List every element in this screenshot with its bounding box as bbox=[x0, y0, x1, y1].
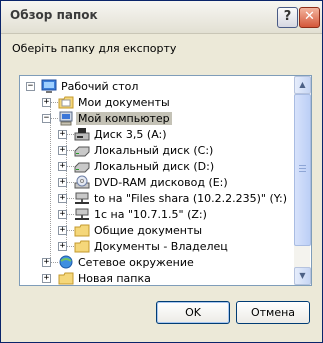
tree-item-label: Документы - Владелец bbox=[94, 240, 228, 253]
folder-tree-rows: − Рабочий стол + Мои документы − Мой ком… bbox=[20, 76, 294, 285]
tree-item-label: Новая папка bbox=[78, 272, 151, 285]
collapse-toggle[interactable]: − bbox=[42, 114, 51, 123]
close-button[interactable]: ✕ bbox=[299, 7, 320, 28]
shared-folder-icon bbox=[74, 223, 90, 238]
ok-button[interactable]: OK bbox=[156, 301, 230, 324]
folder-icon bbox=[74, 239, 90, 254]
browse-folder-dialog: Обзор папок ? ✕ Оберіть папку для експор… bbox=[0, 0, 323, 343]
network-places-icon bbox=[58, 255, 74, 270]
tree-item-label: Сетевое окружение bbox=[78, 256, 194, 269]
vertical-scrollbar[interactable]: ▲ ▼ bbox=[294, 76, 311, 285]
expand-toggle[interactable]: + bbox=[58, 226, 67, 235]
expand-toggle[interactable]: + bbox=[58, 194, 67, 203]
documents-folder-icon bbox=[58, 95, 74, 110]
hard-drive-icon bbox=[74, 159, 90, 174]
tree-item-label: to на "Files shara (10.2.2.235)" (Y:) bbox=[94, 192, 288, 205]
dvd-drive-icon bbox=[74, 175, 90, 190]
folder-tree[interactable]: − Рабочий стол + Мои документы − Мой ком… bbox=[19, 75, 312, 286]
expand-toggle[interactable]: + bbox=[58, 210, 67, 219]
expand-toggle[interactable]: + bbox=[58, 146, 67, 155]
expand-toggle[interactable]: + bbox=[58, 178, 67, 187]
tree-item-label: Общие документы bbox=[94, 224, 203, 237]
tree-line bbox=[50, 262, 58, 263]
expand-toggle[interactable]: + bbox=[58, 130, 67, 139]
tree-line bbox=[66, 150, 74, 151]
tree-line bbox=[66, 182, 74, 183]
expand-toggle[interactable]: + bbox=[42, 258, 51, 267]
collapse-toggle[interactable]: − bbox=[26, 82, 35, 91]
tree-item-label: Диск 3,5 (A:) bbox=[94, 128, 167, 141]
tree-item-label: Локальный диск (D:) bbox=[94, 160, 215, 173]
scroll-up-button[interactable]: ▲ bbox=[294, 76, 311, 94]
tree-line bbox=[66, 230, 74, 231]
expand-toggle[interactable]: + bbox=[42, 98, 51, 107]
tree-item-label: Мои документы bbox=[78, 96, 170, 109]
tree-line bbox=[66, 214, 74, 215]
scroll-down-button[interactable]: ▼ bbox=[294, 267, 311, 285]
floppy-drive-icon bbox=[74, 127, 90, 142]
help-button[interactable]: ? bbox=[277, 7, 298, 28]
tree-line bbox=[50, 118, 58, 119]
expand-toggle[interactable]: + bbox=[58, 242, 67, 251]
network-drive-icon bbox=[74, 191, 90, 206]
computer-icon bbox=[58, 111, 74, 126]
window-title: Обзор папок bbox=[10, 8, 98, 22]
tree-line bbox=[66, 198, 74, 199]
scroll-thumb[interactable] bbox=[294, 94, 311, 246]
tree-line bbox=[50, 102, 58, 103]
desktop-icon bbox=[41, 79, 57, 94]
tree-line bbox=[66, 166, 74, 167]
tree-item-label: DVD-RAM дисковод (E:) bbox=[94, 176, 228, 189]
tree-item-label: Мой компьютер bbox=[76, 112, 172, 125]
cancel-button[interactable]: Отмена bbox=[236, 301, 310, 324]
tree-item-label: 1c на "10.7.1.5" (Z:) bbox=[94, 208, 207, 221]
network-drive-icon bbox=[74, 207, 90, 222]
tree-line bbox=[66, 134, 74, 135]
thumb-grip bbox=[299, 168, 306, 169]
hard-drive-icon bbox=[74, 143, 90, 158]
thumb-grip bbox=[299, 165, 306, 166]
tree-item-label: Рабочий стол bbox=[61, 80, 139, 93]
tree-line bbox=[66, 246, 74, 247]
folder-icon bbox=[58, 271, 74, 285]
dialog-prompt: Оберіть папку для експорту bbox=[12, 42, 177, 55]
thumb-grip bbox=[299, 171, 306, 172]
title-bar[interactable]: Обзор папок ? ✕ bbox=[1, 1, 322, 34]
expand-toggle[interactable]: + bbox=[42, 274, 51, 283]
expand-toggle[interactable]: + bbox=[58, 162, 67, 171]
tree-item-label: Локальный диск (C:) bbox=[94, 144, 214, 157]
